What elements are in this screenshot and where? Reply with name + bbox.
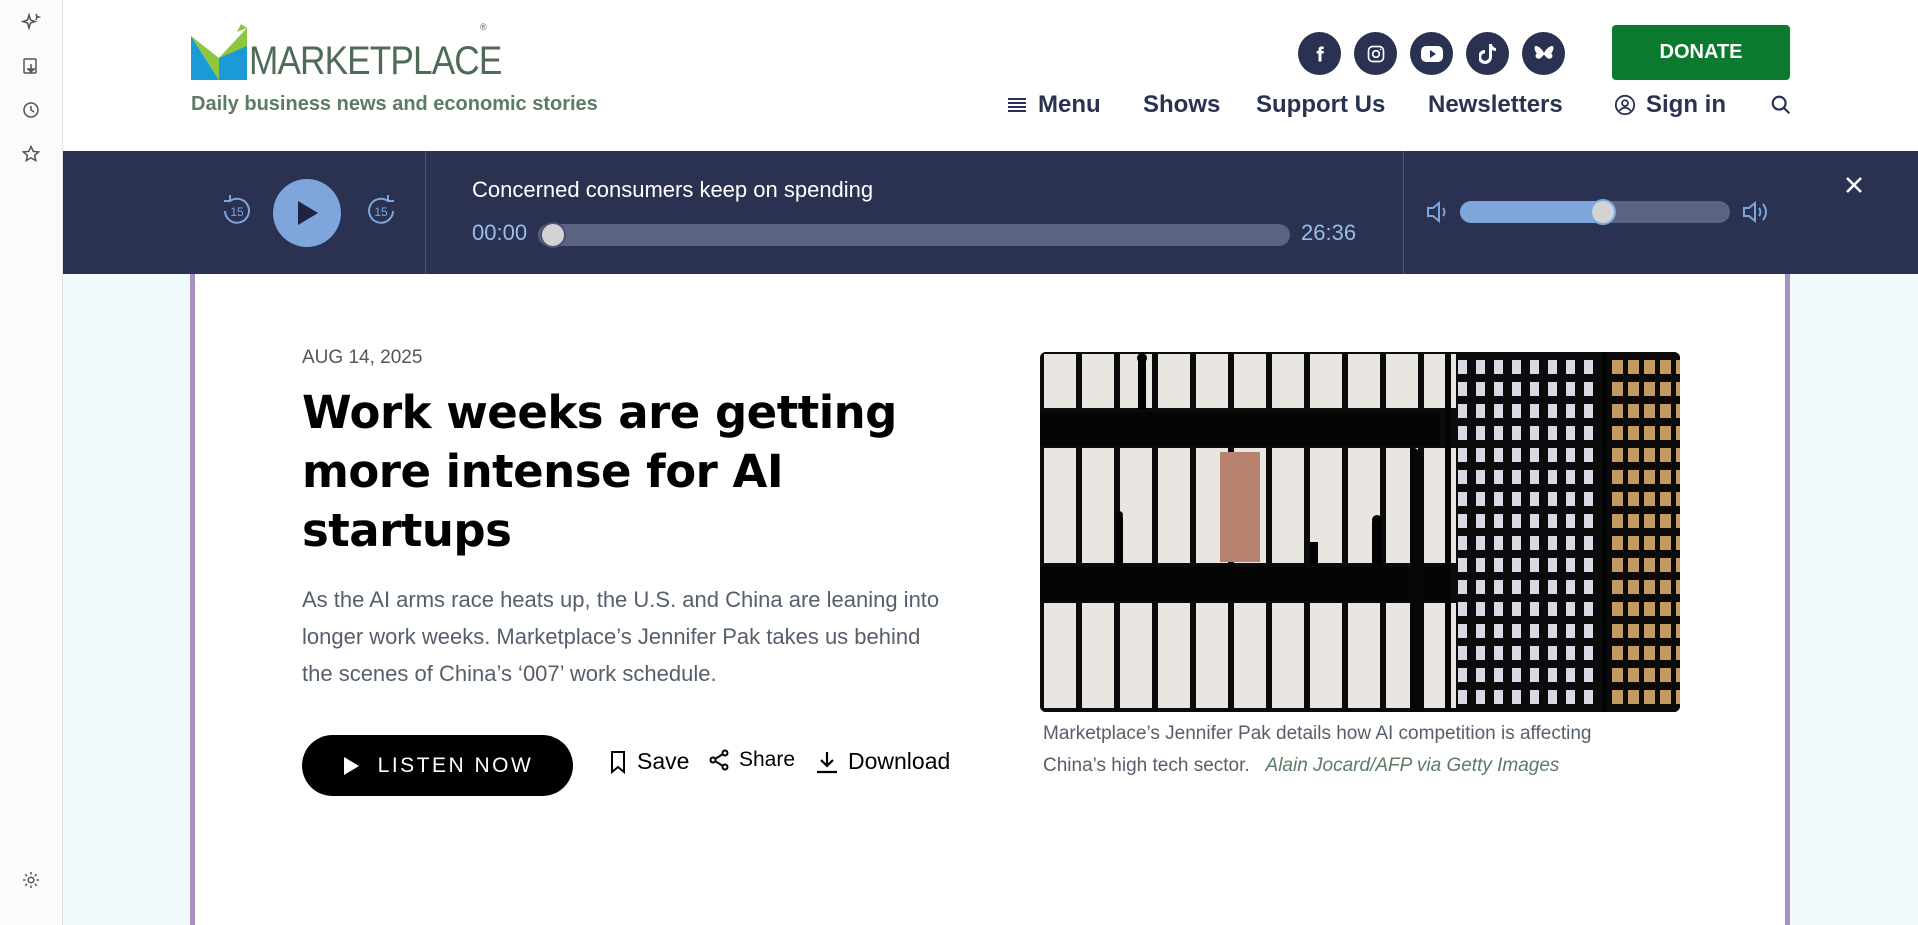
save-label: Save xyxy=(637,748,690,774)
download-icon xyxy=(817,751,837,773)
youtube-icon[interactable] xyxy=(1410,32,1453,75)
progress-knob[interactable] xyxy=(540,222,566,248)
listen-now-button[interactable]: LISTEN NOW xyxy=(302,735,573,796)
download-button[interactable]: Download xyxy=(815,748,950,775)
donate-button[interactable]: DONATE xyxy=(1612,25,1790,80)
menu-icon xyxy=(1008,98,1026,112)
browser-sidebar xyxy=(0,0,63,925)
save-page-icon[interactable] xyxy=(19,54,43,78)
nav-sign-in[interactable]: Sign in xyxy=(1614,88,1726,122)
player-current-time: 00:00 xyxy=(472,220,528,245)
nav-newsletters[interactable]: Newsletters xyxy=(1428,88,1563,122)
audio-player: 15 15 Concerned consumers keep on spendi… xyxy=(63,151,1918,274)
listen-now-label: LISTEN NOW xyxy=(377,753,534,777)
article-summary: As the AI arms race heats up, the U.S. a… xyxy=(302,587,940,686)
rewind-label: 15 xyxy=(230,205,244,219)
photo-caption: Marketplace’s Jennifer Pak details how A… xyxy=(1043,718,1653,782)
nav-menu[interactable]: Menu xyxy=(1008,88,1101,122)
volume-knob[interactable] xyxy=(1590,199,1616,225)
player-duration: 26:36 xyxy=(1301,220,1357,245)
registered-mark: ® xyxy=(480,22,487,32)
article-photo xyxy=(1040,352,1680,712)
forward-15-button[interactable]: 15 xyxy=(361,191,401,231)
volume-level xyxy=(1460,201,1603,223)
user-icon xyxy=(1614,94,1636,116)
favorites-icon[interactable] xyxy=(19,142,43,166)
forward-label: 15 xyxy=(374,205,388,219)
rewind-15-button[interactable]: 15 xyxy=(217,191,257,231)
close-player-icon[interactable] xyxy=(1844,175,1864,200)
social-links xyxy=(1298,32,1565,75)
nav-newsletters-label: Newsletters xyxy=(1428,91,1563,118)
facebook-icon[interactable] xyxy=(1298,32,1341,75)
photo-credit: Alain Jocard/AFP via Getty Images xyxy=(1265,755,1560,776)
nav-shows-label: Shows xyxy=(1143,91,1221,118)
history-icon[interactable] xyxy=(19,98,43,122)
logo-wordmark: MARKETPLACE xyxy=(249,39,502,83)
bluesky-icon[interactable] xyxy=(1522,32,1565,75)
nav-support-label: Support Us xyxy=(1256,91,1386,118)
save-button[interactable]: Save xyxy=(608,748,689,775)
search-icon[interactable] xyxy=(1770,88,1792,122)
sparkle-icon[interactable] xyxy=(19,10,43,34)
player-play-button[interactable] xyxy=(273,179,341,247)
instagram-icon[interactable] xyxy=(1354,32,1397,75)
web-page: MARKETPLACE ® Daily business news and ec… xyxy=(63,0,1918,925)
tiktok-icon[interactable] xyxy=(1466,32,1509,75)
article-headline: Work weeks are getting more intense for … xyxy=(302,386,897,557)
nav-menu-label: Menu xyxy=(1038,91,1101,118)
volume-low-icon[interactable] xyxy=(1425,199,1451,230)
player-progress-bar[interactable] xyxy=(538,222,1290,248)
player-divider xyxy=(1403,151,1404,274)
volume-high-icon[interactable] xyxy=(1741,199,1771,230)
bookmark-icon xyxy=(611,750,625,774)
article-date: AUG 14, 2025 xyxy=(302,347,423,368)
share-label: Share xyxy=(739,748,796,771)
play-icon xyxy=(343,756,359,775)
download-label: Download xyxy=(848,748,951,774)
share-icon xyxy=(709,749,729,771)
share-button[interactable]: Share xyxy=(708,748,795,772)
logo-mark-icon xyxy=(191,24,247,80)
player-divider xyxy=(425,151,426,274)
site-header: MARKETPLACE ® Daily business news and ec… xyxy=(63,0,1918,151)
nav-signin-label: Sign in xyxy=(1646,91,1726,118)
play-icon xyxy=(298,201,318,225)
player-episode-title: Concerned consumers keep on spending xyxy=(472,177,874,202)
nav-support-us[interactable]: Support Us xyxy=(1256,88,1385,122)
nav-shows[interactable]: Shows xyxy=(1143,88,1220,122)
site-tagline: Daily business news and economic stories xyxy=(191,93,598,115)
settings-icon[interactable] xyxy=(19,868,43,892)
